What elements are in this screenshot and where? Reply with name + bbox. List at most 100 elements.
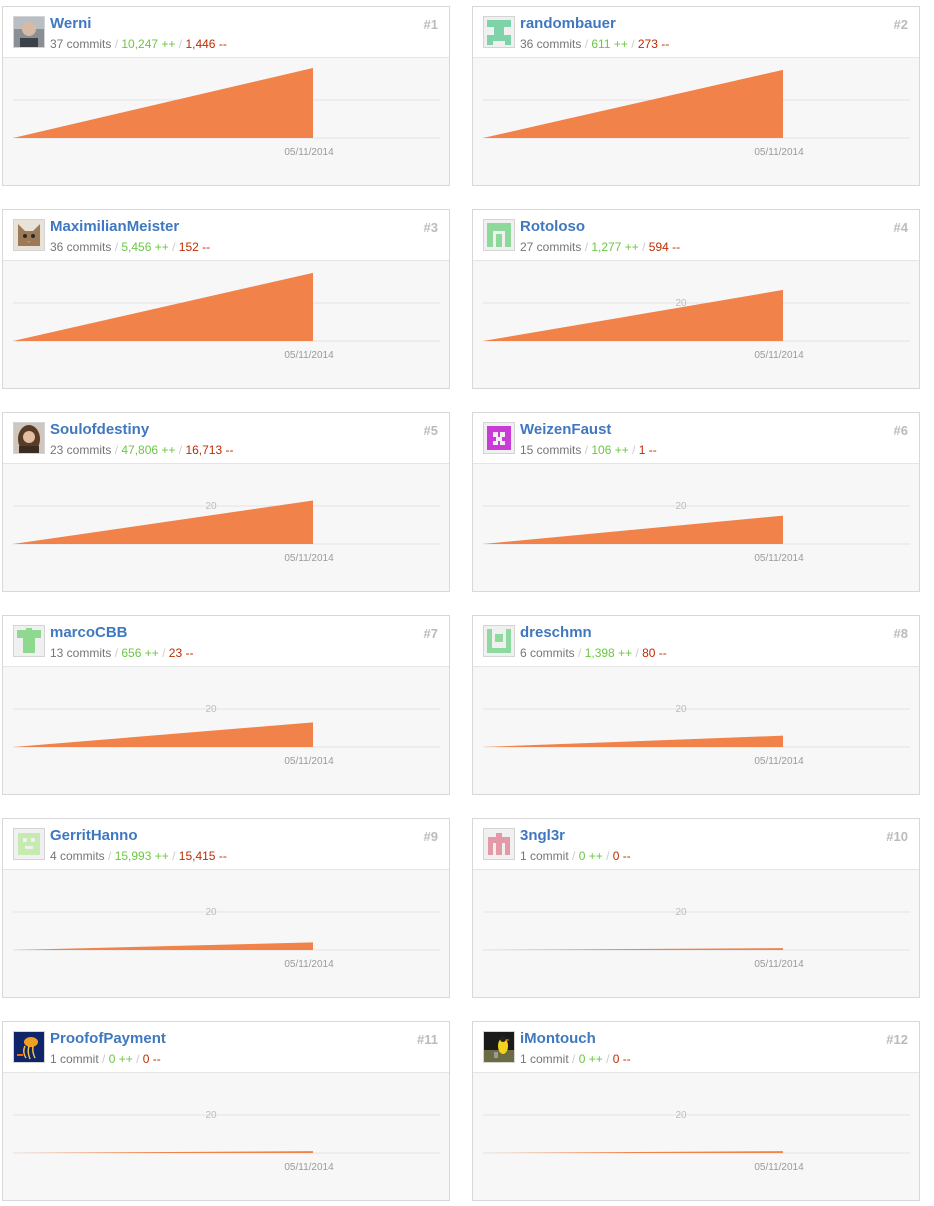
commit-area bbox=[483, 735, 783, 747]
commit-area bbox=[13, 722, 313, 747]
y-tick-label: 20 bbox=[675, 907, 687, 918]
contributor-name[interactable]: iMontouch bbox=[520, 1030, 596, 1047]
penguin-avatar-icon[interactable] bbox=[483, 1031, 515, 1063]
y-tick-label: 20 bbox=[675, 501, 687, 512]
contributor-stats: 1 commit / 0 ++ / 0 -- bbox=[520, 1052, 631, 1066]
commit-count[interactable]: 37 commits bbox=[50, 37, 111, 51]
identicon-green-avatar-icon[interactable] bbox=[483, 16, 515, 48]
commit-count[interactable]: 1 commit bbox=[50, 1052, 99, 1066]
date-tick-label: 05/11/2014 bbox=[284, 959, 334, 970]
commit-chart: 05/11/2014 bbox=[3, 261, 449, 388]
contributor-stats: 37 commits / 10,247 ++ / 1,446 -- bbox=[50, 37, 227, 51]
commit-count[interactable]: 36 commits bbox=[520, 37, 581, 51]
contributor-name[interactable]: 3ngl3r bbox=[520, 827, 565, 844]
card-header: GerritHanno #9 4 commits / 15,993 ++ / 1… bbox=[3, 819, 449, 870]
card-header: dreschmn #8 6 commits / 1,398 ++ / 80 -- bbox=[473, 616, 919, 667]
photo-woman-avatar-icon[interactable] bbox=[13, 422, 45, 454]
contributor-card: marcoCBB #7 13 commits / 656 ++ / 23 -- … bbox=[2, 615, 450, 795]
additions-count: 5,456 ++ bbox=[121, 240, 169, 254]
date-tick-label: 05/11/2014 bbox=[754, 147, 804, 158]
additions-count: 0 ++ bbox=[108, 1052, 133, 1066]
deletions-count: 15,415 -- bbox=[178, 849, 227, 863]
rank-label: #2 bbox=[893, 17, 908, 32]
contributor-card: Rotoloso #4 27 commits / 1,277 ++ / 594 … bbox=[472, 209, 920, 389]
commit-count[interactable]: 4 commits bbox=[50, 849, 105, 863]
contributor-card: randombauer #2 36 commits / 611 ++ / 273… bbox=[472, 6, 920, 186]
commit-count[interactable]: 23 commits bbox=[50, 443, 111, 457]
additions-count: 47,806 ++ bbox=[121, 443, 176, 457]
rank-label: #10 bbox=[886, 829, 908, 844]
photo-man-avatar-icon[interactable] bbox=[13, 16, 45, 48]
cat-avatar-icon[interactable] bbox=[13, 219, 45, 251]
contributor-card: ProofofPayment #11 1 commit / 0 ++ / 0 -… bbox=[2, 1021, 450, 1201]
contributor-card: dreschmn #8 6 commits / 1,398 ++ / 80 --… bbox=[472, 615, 920, 795]
rank-label: #9 bbox=[423, 829, 438, 844]
commit-chart: 20 05/11/2014 bbox=[473, 261, 919, 388]
contributor-name[interactable]: ProofofPayment bbox=[50, 1030, 166, 1047]
deletions-count: 1,446 -- bbox=[185, 37, 227, 51]
contributor-stats: 13 commits / 656 ++ / 23 -- bbox=[50, 646, 194, 660]
contributor-name[interactable]: GerritHanno bbox=[50, 827, 138, 844]
commit-chart: 20 05/11/2014 bbox=[3, 1073, 449, 1200]
contributor-stats: 36 commits / 611 ++ / 273 -- bbox=[520, 37, 670, 51]
contributor-name[interactable]: MaximilianMeister bbox=[50, 218, 179, 235]
commit-count[interactable]: 1 commit bbox=[520, 1052, 569, 1066]
commit-count[interactable]: 1 commit bbox=[520, 849, 569, 863]
contributor-stats: 23 commits / 47,806 ++ / 16,713 -- bbox=[50, 443, 234, 457]
contributor-name[interactable]: WeizenFaust bbox=[520, 421, 611, 438]
deletions-count: 1 -- bbox=[638, 443, 657, 457]
commit-chart: 20 05/11/2014 bbox=[473, 667, 919, 794]
commit-count[interactable]: 13 commits bbox=[50, 646, 111, 660]
commit-count[interactable]: 6 commits bbox=[520, 646, 575, 660]
identicon-green-avatar-icon[interactable] bbox=[13, 625, 45, 657]
date-tick-label: 05/11/2014 bbox=[284, 756, 334, 767]
card-header: randombauer #2 36 commits / 611 ++ / 273… bbox=[473, 7, 919, 58]
contributor-name[interactable]: Werni bbox=[50, 15, 91, 32]
contributor-stats: 36 commits / 5,456 ++ / 152 -- bbox=[50, 240, 211, 254]
contributor-card: MaximilianMeister #3 36 commits / 5,456 … bbox=[2, 209, 450, 389]
commit-chart: 20 05/11/2014 bbox=[3, 464, 449, 591]
y-tick-label: 20 bbox=[675, 704, 687, 715]
rank-label: #5 bbox=[423, 423, 438, 438]
additions-count: 1,277 ++ bbox=[591, 240, 639, 254]
rank-label: #11 bbox=[417, 1032, 438, 1047]
card-header: Soulofdestiny #5 23 commits / 47,806 ++ … bbox=[3, 413, 449, 464]
identicon-pink-avatar-icon[interactable] bbox=[483, 828, 515, 860]
commit-chart: 20 05/11/2014 bbox=[3, 870, 449, 997]
identicon-lightgreen-avatar-icon[interactable] bbox=[13, 828, 45, 860]
commit-count[interactable]: 36 commits bbox=[50, 240, 111, 254]
contributor-card: iMontouch #12 1 commit / 0 ++ / 0 -- 20 … bbox=[472, 1021, 920, 1201]
contributor-stats: 15 commits / 106 ++ / 1 -- bbox=[520, 443, 657, 457]
identicon-magenta-avatar-icon[interactable] bbox=[483, 422, 515, 454]
date-tick-label: 05/11/2014 bbox=[284, 350, 334, 361]
contributors-grid: Werni #1 37 commits / 10,247 ++ / 1,446 … bbox=[0, 0, 934, 1206]
identicon-green-avatar-icon[interactable] bbox=[483, 625, 515, 657]
contributor-name[interactable]: Soulofdestiny bbox=[50, 421, 149, 438]
commit-chart: 20 05/11/2014 bbox=[473, 464, 919, 591]
contributor-name[interactable]: Rotoloso bbox=[520, 218, 585, 235]
commit-chart: 05/11/2014 bbox=[473, 58, 919, 185]
contributor-name[interactable]: randombauer bbox=[520, 15, 616, 32]
commit-area bbox=[13, 942, 313, 950]
card-header: Rotoloso #4 27 commits / 1,277 ++ / 594 … bbox=[473, 210, 919, 261]
jellyfish-avatar-icon[interactable] bbox=[13, 1031, 45, 1063]
contributor-stats: 1 commit / 0 ++ / 0 -- bbox=[520, 849, 631, 863]
deletions-count: 594 -- bbox=[648, 240, 681, 254]
contributor-name[interactable]: dreschmn bbox=[520, 624, 592, 641]
commit-chart: 20 05/11/2014 bbox=[3, 667, 449, 794]
additions-count: 15,993 ++ bbox=[114, 849, 169, 863]
rank-label: #12 bbox=[886, 1032, 908, 1047]
y-tick-label: 20 bbox=[205, 704, 217, 715]
commit-area bbox=[483, 515, 783, 544]
deletions-count: 0 -- bbox=[142, 1052, 161, 1066]
additions-count: 0 ++ bbox=[578, 1052, 603, 1066]
date-tick-label: 05/11/2014 bbox=[284, 553, 334, 564]
deletions-count: 16,713 -- bbox=[185, 443, 234, 457]
date-tick-label: 05/11/2014 bbox=[754, 350, 804, 361]
commit-count[interactable]: 15 commits bbox=[520, 443, 581, 457]
commit-count[interactable]: 27 commits bbox=[520, 240, 581, 254]
y-tick-label: 20 bbox=[205, 501, 217, 512]
identicon-green-avatar-icon[interactable] bbox=[483, 219, 515, 251]
rank-label: #3 bbox=[423, 220, 438, 235]
contributor-name[interactable]: marcoCBB bbox=[50, 624, 128, 641]
